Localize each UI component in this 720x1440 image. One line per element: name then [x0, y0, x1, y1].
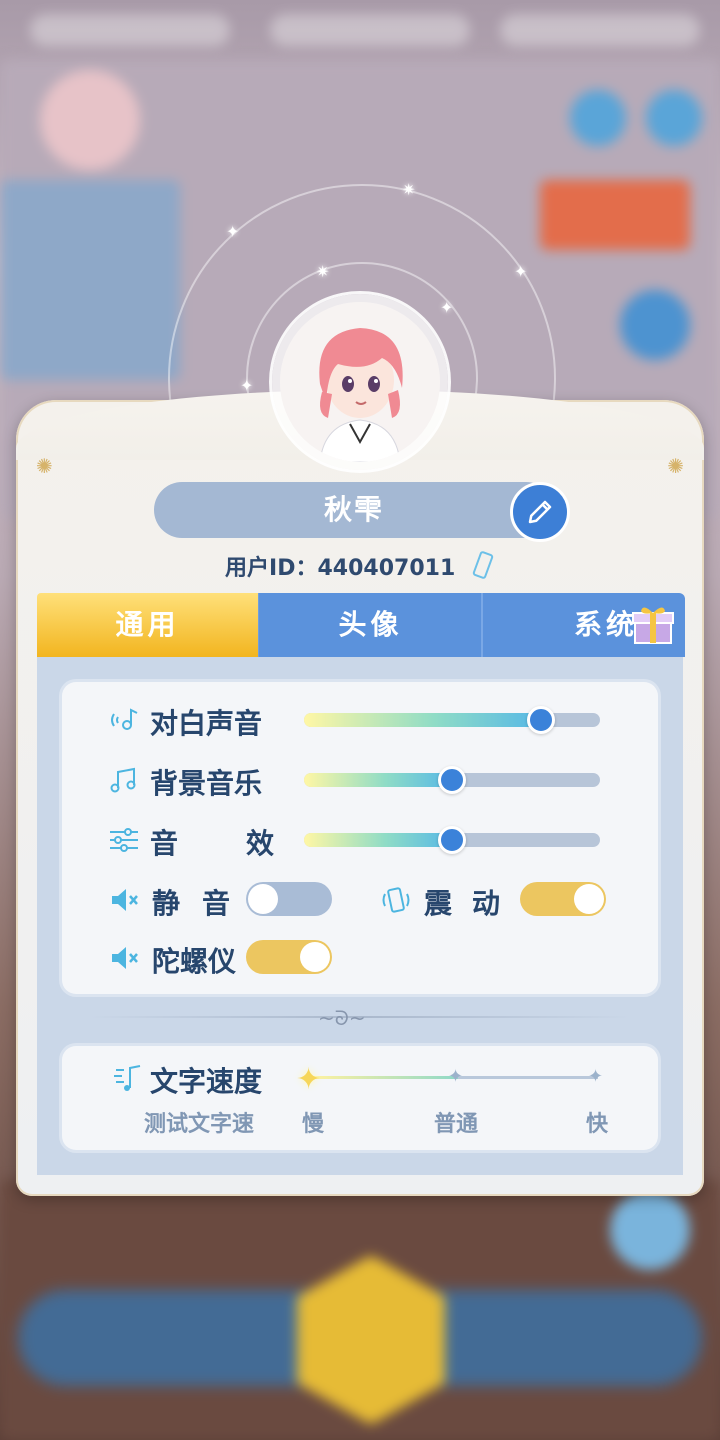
- dialogue-voice-slider-fill: [304, 713, 541, 727]
- sparkle-icon: ✷: [402, 180, 416, 199]
- text-speed-icon: [114, 1065, 141, 1091]
- sparkle-icon: ✦: [226, 222, 240, 241]
- bgm-slider-thumb[interactable]: [438, 766, 466, 794]
- settings-tabs: 通用 头像 系统: [37, 593, 685, 657]
- tab-general-label: 通用: [115, 608, 180, 641]
- gyroscope-toggle[interactable]: [246, 940, 332, 974]
- mute-toggle[interactable]: [246, 882, 332, 916]
- edit-pencil-icon: [528, 500, 552, 524]
- tab-avatar-label: 头像: [338, 608, 403, 641]
- vibration-toggle[interactable]: [520, 882, 606, 916]
- bgm-slider-fill: [304, 773, 452, 787]
- edit-name-button[interactable]: [510, 482, 570, 542]
- toggle-knob: [574, 884, 604, 914]
- corner-ornament-icon: ✺: [667, 454, 684, 478]
- music-note-icon: [110, 767, 136, 793]
- sparkle-icon: ✷: [316, 262, 330, 281]
- equalizer-icon: [110, 828, 138, 852]
- text-speed-fill: [312, 1076, 458, 1079]
- copy-id-button[interactable]: [471, 551, 495, 587]
- mute-label-a: 静: [152, 887, 181, 920]
- vibration-label-a: 震: [424, 887, 453, 920]
- divider-ornament-icon: ~ᘐ~: [318, 1006, 366, 1030]
- text-speed-label: 文字速度: [150, 1065, 263, 1098]
- text-speed-preview: 测试文字速: [144, 1112, 255, 1137]
- sfx-slider[interactable]: [304, 826, 600, 854]
- speaker-mute-icon: [112, 889, 138, 911]
- bgm-slider[interactable]: [304, 766, 600, 794]
- sfx-label-a: 音: [150, 827, 179, 860]
- voice-icon: [111, 708, 138, 730]
- dialogue-voice-slider[interactable]: [304, 706, 600, 734]
- speaker-mute-icon: [112, 947, 138, 969]
- tab-system-label: 系统: [573, 608, 638, 641]
- speed-step-icon: ✦: [588, 1066, 604, 1087]
- avatar[interactable]: [280, 302, 440, 462]
- copy-icon: [472, 551, 494, 579]
- dialogue-voice-slider-thumb[interactable]: [526, 706, 555, 734]
- sparkle-icon: ✦: [514, 262, 528, 281]
- tab-general[interactable]: 通用: [37, 593, 258, 657]
- vibration-icon: [382, 887, 410, 913]
- speed-slow-label[interactable]: 慢: [302, 1106, 324, 1138]
- speed-fast-label[interactable]: 快: [586, 1106, 608, 1138]
- user-id: 用户ID：440407011: [0, 550, 720, 587]
- dialogue-voice-label: 对白声音: [150, 707, 263, 740]
- bgm-label: 背景音乐: [150, 767, 263, 800]
- sfx-slider-fill: [304, 833, 452, 847]
- sparkle-icon: ✦: [440, 298, 454, 317]
- sparkle-icon: ✦: [240, 376, 254, 395]
- toggle-knob: [300, 942, 330, 972]
- toggle-knob: [248, 884, 278, 914]
- tab-avatar[interactable]: 头像: [258, 593, 482, 657]
- gyroscope-label: 陀螺仪: [152, 945, 237, 978]
- text-speed-slider[interactable]: ✦ ✦: [312, 1066, 603, 1087]
- user-id-label: 用户ID：: [225, 556, 318, 581]
- speed-step-icon: ✦: [448, 1066, 464, 1087]
- sfx-label-b: 效: [246, 827, 275, 860]
- sfx-slider-thumb[interactable]: [438, 826, 466, 854]
- gift-icon: [632, 607, 674, 644]
- text-speed-selected-icon[interactable]: ✦: [296, 1062, 321, 1097]
- player-name: 秋雫: [154, 482, 554, 538]
- vibration-label-b: 动: [472, 887, 501, 920]
- user-id-value: 440407011: [317, 556, 456, 581]
- tab-system[interactable]: 系统: [481, 593, 685, 657]
- corner-ornament-icon: ✺: [36, 454, 53, 478]
- speed-normal-label[interactable]: 普通: [434, 1106, 478, 1138]
- mute-label-b: 音: [202, 887, 231, 920]
